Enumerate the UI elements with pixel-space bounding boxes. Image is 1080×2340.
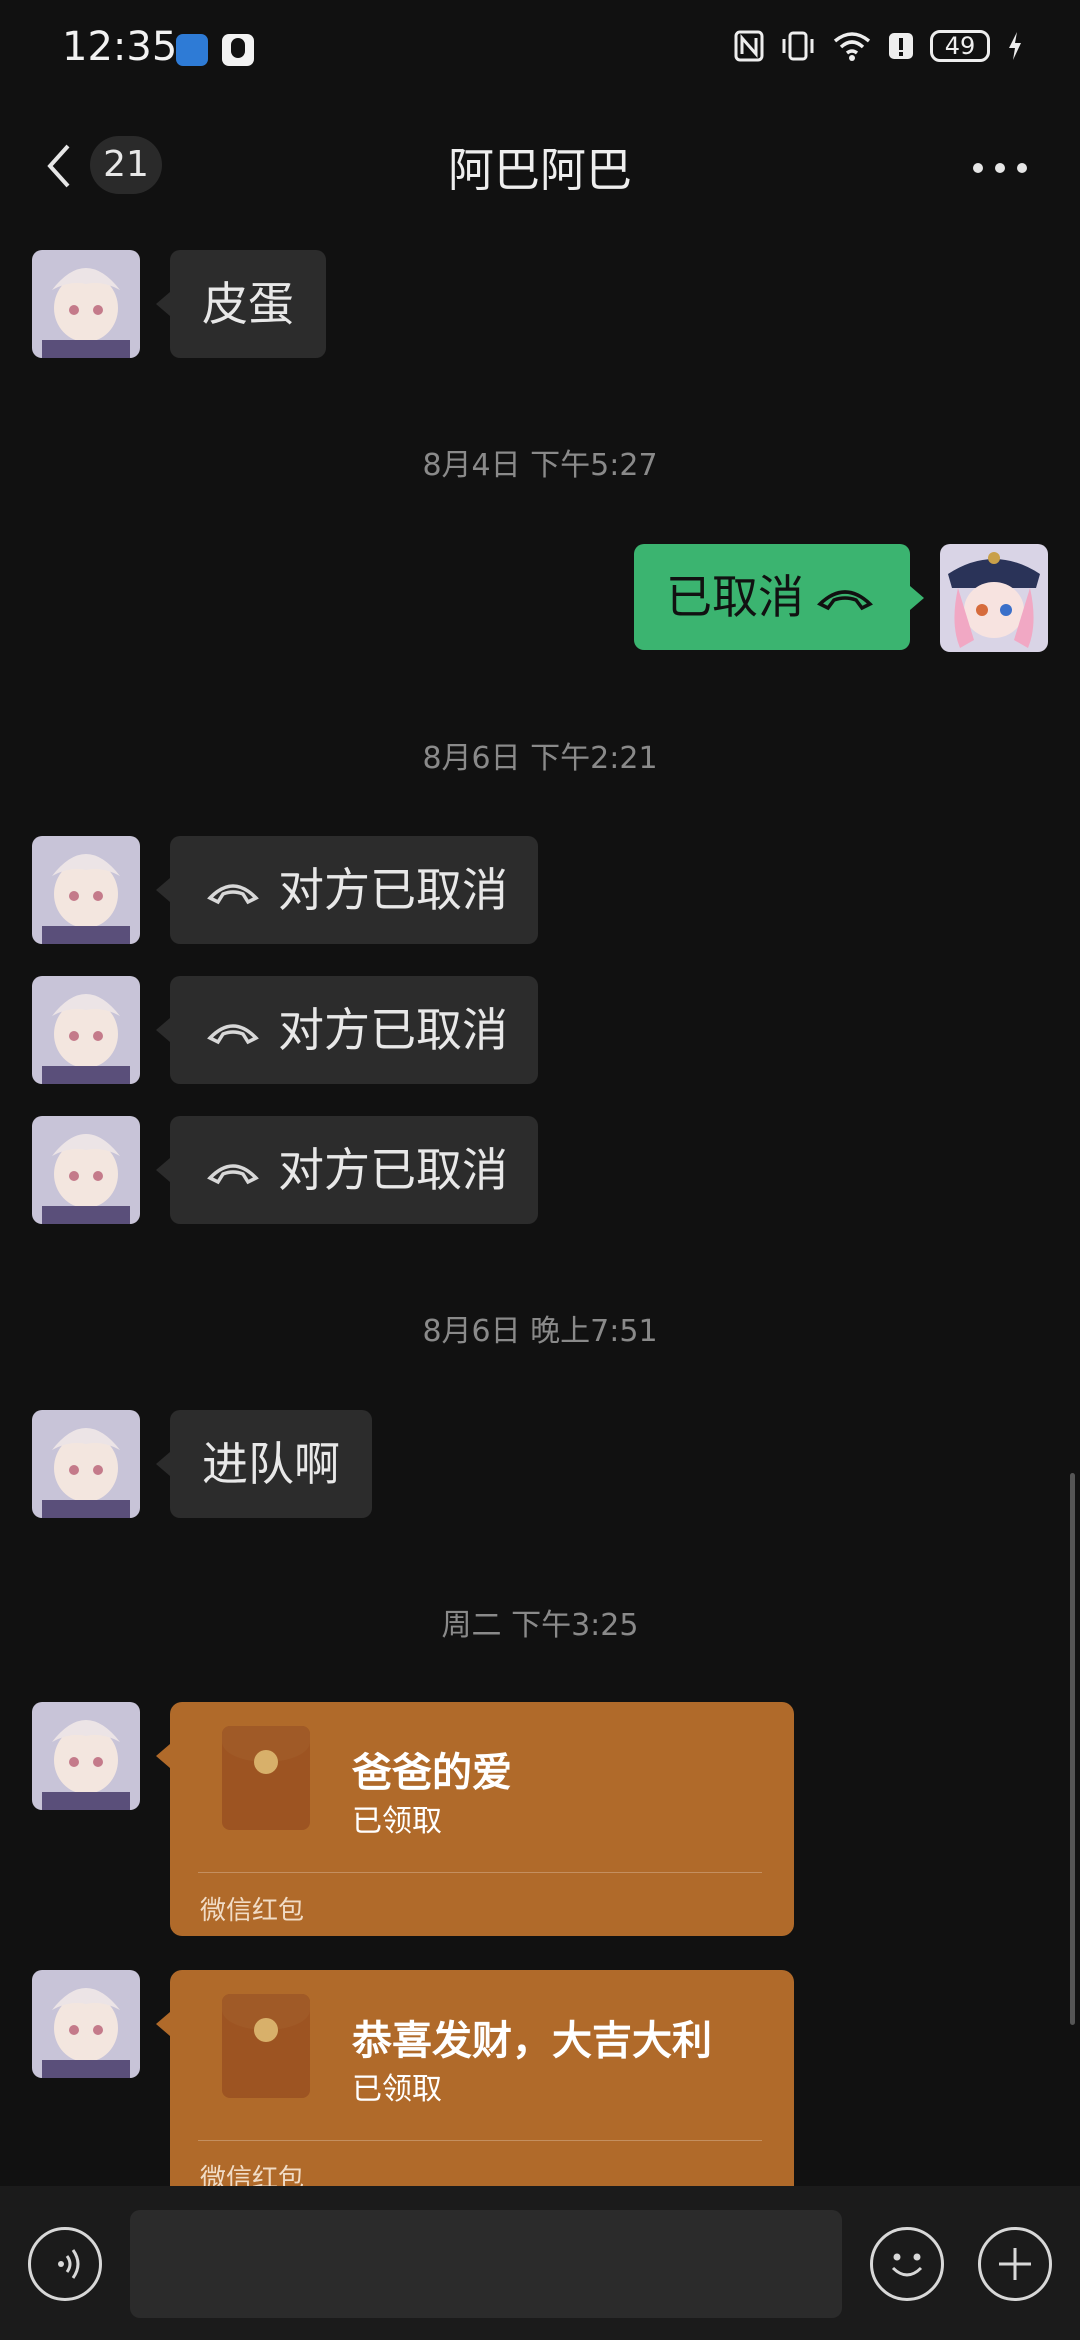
contact-avatar[interactable] <box>32 250 140 358</box>
message-bubble[interactable]: 进队啊 <box>156 1410 372 1518</box>
status-time: 12:35 <box>62 24 178 70</box>
emoji-icon <box>891 2253 923 2277</box>
red-packet-status: 已领取 <box>352 2072 442 2107</box>
red-packet-card[interactable]: 爸爸的爱 已领取 微信红包 <box>156 1702 794 1936</box>
phone-hangup-icon <box>207 1024 259 1045</box>
message-text: 皮蛋 <box>202 277 294 331</box>
incoming-call-bubble[interactable]: 对方已取消 <box>156 836 538 944</box>
message-text: 对方已取消 <box>278 1143 508 1197</box>
wifi-icon <box>833 32 871 61</box>
message-text: 进队啊 <box>202 1437 340 1491</box>
message-text: 对方已取消 <box>278 863 508 917</box>
message-text: 对方已取消 <box>278 1003 508 1057</box>
status-icons: 49 <box>734 30 1024 62</box>
vibrate-icon <box>782 31 814 61</box>
red-packet-card[interactable]: 恭喜发财，大吉大利 已领取 微信红包 <box>156 1970 794 2204</box>
message-input[interactable] <box>130 2210 842 2318</box>
timestamp: 8月6日 下午2:21 <box>422 741 658 776</box>
incoming-call-bubble[interactable]: 对方已取消 <box>156 1116 538 1224</box>
contact-avatar[interactable] <box>32 1116 140 1224</box>
red-packet-icon <box>222 1726 310 1830</box>
alert-icon <box>889 33 913 59</box>
outgoing-call-bubble[interactable]: 已取消 <box>634 544 924 650</box>
phone-hangup-icon <box>207 884 259 905</box>
scrollbar[interactable] <box>1070 1473 1075 2025</box>
red-packet-title: 爸爸的爱 <box>352 1750 512 1796</box>
voice-button[interactable] <box>28 2227 102 2301</box>
nfc-icon <box>734 30 764 62</box>
timestamp: 周二 下午3:25 <box>441 1608 639 1643</box>
phone-hangup-icon <box>816 590 874 611</box>
battery-icon: 49 <box>930 30 990 62</box>
my-avatar[interactable] <box>940 544 1048 652</box>
emoji-button[interactable] <box>870 2227 944 2301</box>
contact-avatar[interactable] <box>32 1970 140 2078</box>
message-text: 已取消 <box>666 570 804 624</box>
contact-avatar[interactable] <box>32 836 140 944</box>
more-functions-button[interactable] <box>978 2227 1052 2301</box>
voice-icon <box>58 2249 80 2279</box>
timestamp: 8月6日 晚上7:51 <box>422 1314 658 1349</box>
timestamp: 8月4日 下午5:27 <box>422 448 658 483</box>
contact-avatar[interactable] <box>32 976 140 1084</box>
security-app-icon <box>176 34 208 66</box>
chat-title: 阿巴阿巴 <box>448 143 632 197</box>
charging-icon <box>1009 32 1021 60</box>
contact-avatar[interactable] <box>32 1410 140 1518</box>
qq-app-icon <box>222 34 254 66</box>
more-icon[interactable] <box>970 148 1030 188</box>
message-bubble[interactable]: 皮蛋 <box>156 250 326 358</box>
phone-hangup-icon <box>207 1164 259 1185</box>
contact-avatar[interactable] <box>32 1702 140 1810</box>
plus-icon <box>999 2248 1031 2280</box>
red-packet-footer: 微信红包 <box>200 1896 305 1926</box>
red-packet-status: 已领取 <box>352 1804 442 1839</box>
red-packet-icon <box>222 1994 310 2098</box>
incoming-call-bubble[interactable]: 对方已取消 <box>156 976 538 1084</box>
red-packet-title: 恭喜发财，大吉大利 <box>352 2018 712 2064</box>
